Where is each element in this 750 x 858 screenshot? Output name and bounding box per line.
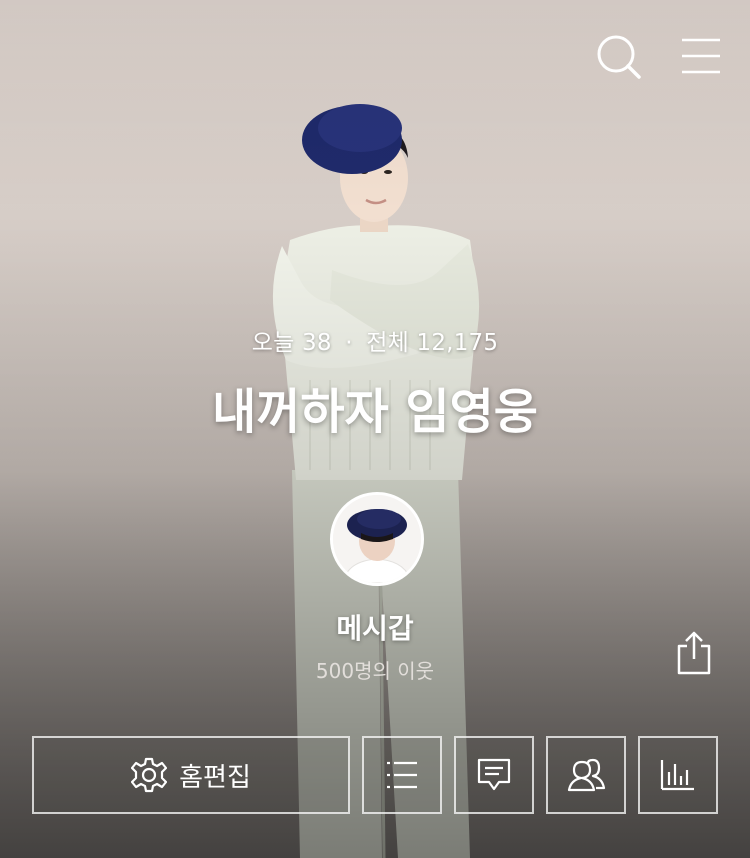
gear-icon <box>131 757 168 793</box>
neighbor-button[interactable] <box>546 736 626 814</box>
avatar-image <box>333 495 421 583</box>
home-edit-label: 홈편집 <box>179 762 251 793</box>
neighbor-count[interactable]: 500명의 이웃 <box>0 655 750 684</box>
visit-separator: · <box>345 330 353 356</box>
neighbor-icon <box>567 758 606 792</box>
blog-cover: 오늘 38 · 전체 12,175 내꺼하자 임영웅 메시갑 500명의 이웃 … <box>0 0 750 858</box>
list-icon <box>387 761 417 789</box>
search-icon[interactable] <box>596 34 642 80</box>
visit-total-label: 전체 <box>366 330 409 356</box>
comment-icon <box>477 758 511 791</box>
share-icon[interactable] <box>676 630 712 676</box>
avatar[interactable] <box>330 492 424 586</box>
visit-total-count: 12,175 <box>416 330 499 356</box>
blog-title: 내꺼하자 임영웅 <box>212 384 538 440</box>
nickname[interactable]: 메시갑 <box>0 607 750 647</box>
stats-icon <box>660 760 694 791</box>
menu-icon[interactable] <box>680 36 722 76</box>
visit-today-label: 오늘 <box>251 330 295 356</box>
home-edit-button[interactable]: 홈편집 <box>32 736 350 814</box>
visit-today-count: 38 <box>302 330 332 356</box>
stats-button[interactable] <box>638 736 718 814</box>
visit-counter: 오늘 38 · 전체 12,175 <box>0 323 750 357</box>
post-list-button[interactable] <box>362 736 442 814</box>
comment-button[interactable] <box>454 736 534 814</box>
